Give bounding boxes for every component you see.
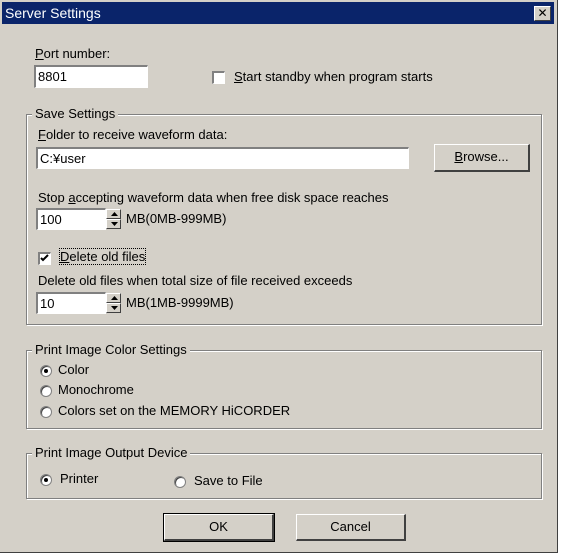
port-number-label-rest: ort number: — [43, 46, 111, 61]
folder-input[interactable]: C:¥user — [36, 147, 409, 169]
spin-down-icon[interactable] — [106, 219, 121, 229]
close-icon: ✕ — [537, 6, 548, 20]
stop-space-input[interactable]: 100 — [36, 208, 106, 230]
delete-old-files-checkbox[interactable] — [38, 252, 51, 265]
exceed-range-label: MB(1MB-9999MB) — [126, 295, 234, 310]
printer-radio[interactable] — [40, 474, 52, 486]
stop-range-label: MB(0MB-999MB) — [126, 211, 227, 226]
exceed-label: Delete old files when total size of file… — [38, 273, 353, 288]
output-device-legend: Print Image Output Device — [32, 445, 191, 460]
cancel-button[interactable]: Cancel — [296, 514, 406, 541]
browse-button[interactable]: Browse... — [434, 144, 530, 172]
port-number-label: Port number: — [35, 46, 111, 61]
save-to-file-radio[interactable] — [174, 476, 186, 488]
spin-down-icon[interactable] — [106, 303, 121, 313]
printer-option-label: Printer — [60, 471, 99, 486]
color-settings-legend: Print Image Color Settings — [32, 342, 190, 357]
monochrome-option-label: Monochrome — [58, 382, 134, 397]
monochrome-radio[interactable] — [40, 385, 52, 397]
title-bar[interactable]: Server Settings ✕ — [2, 2, 554, 24]
color-radio[interactable] — [40, 365, 52, 377]
window-title: Server Settings — [5, 5, 101, 21]
server-settings-dialog: Server Settings ✕ Port number: 8801 Star… — [0, 0, 558, 553]
exceed-size-input[interactable]: 10 — [36, 292, 106, 314]
close-button[interactable]: ✕ — [534, 6, 551, 21]
start-standby-label: Start standby when program starts — [234, 69, 433, 84]
exceed-size-spinner[interactable] — [106, 293, 121, 313]
color-option-label: Color — [58, 362, 90, 377]
folder-label: Folder to receive waveform data: — [38, 127, 228, 142]
hicorder-colors-radio[interactable] — [40, 406, 52, 418]
hicorder-colors-option-label: Colors set on the MEMORY HiCORDER — [58, 403, 291, 418]
port-number-input[interactable]: 8801 — [34, 65, 148, 88]
delete-old-files-label: Delete old files — [58, 248, 147, 265]
save-to-file-option-label: Save to File — [194, 473, 263, 488]
spin-up-icon[interactable] — [106, 209, 121, 219]
ok-button[interactable]: OK — [163, 513, 275, 542]
stop-accepting-label: Stop accepting waveform data when free d… — [38, 190, 389, 205]
spin-up-icon[interactable] — [106, 293, 121, 303]
stop-space-spinner[interactable] — [106, 209, 121, 229]
save-settings-legend: Save Settings — [32, 106, 119, 121]
check-icon — [40, 254, 49, 262]
start-standby-checkbox[interactable] — [212, 71, 225, 84]
